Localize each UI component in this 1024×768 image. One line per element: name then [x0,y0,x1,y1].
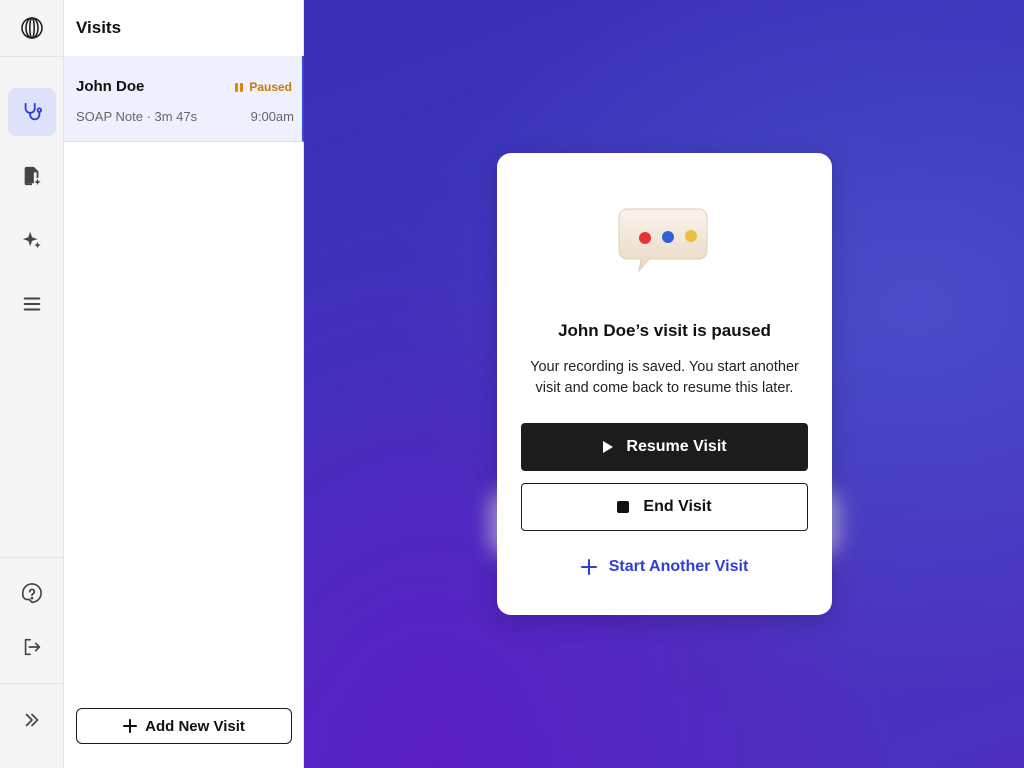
stop-icon [617,501,630,513]
visit-card[interactable]: John Doe Paused SOAP Note · 3m 47s 9:00a… [64,56,304,142]
start-another-visit-button[interactable]: Start Another Visit [521,545,808,589]
dialog-title: John Doe’s visit is paused [558,321,771,340]
rail-divider [0,557,64,558]
sidebar-item-notes[interactable] [8,152,56,200]
visit-meta: SOAP Note · 3m 47s [76,109,198,124]
dialog-message: Your recording is saved. You start anoth… [530,359,799,396]
globe-logo-icon[interactable] [20,16,44,40]
main-area: John Doe’s visit is paused Your recordin… [304,0,1024,768]
end-visit-button[interactable]: End Visit [521,483,808,531]
icon-rail [0,0,64,768]
blurred-header [594,46,734,94]
sidebar-item-logout[interactable] [8,623,56,671]
end-visit-label: End Visit [643,498,712,515]
expand-sidebar-button[interactable] [8,696,56,744]
pause-icon [235,82,244,92]
plus-icon [580,559,597,575]
logout-icon [24,638,41,656]
sparkle-icon [22,231,41,249]
double-chevron-right-icon [25,713,39,727]
document-sparkle-icon [24,166,41,186]
status-label: Paused [249,80,292,94]
plus-icon [123,719,138,733]
resume-visit-button[interactable]: Resume Visit [521,423,808,471]
hamburger-icon [23,297,41,311]
play-icon [603,441,614,453]
sidebar-item-menu[interactable] [8,280,56,328]
add-new-visit-button[interactable]: Add New Visit [76,708,292,744]
sidebar-item-ai[interactable] [8,216,56,264]
sidebar-item-visits[interactable] [8,88,56,136]
panel-title: Visits [76,18,122,37]
sidebar-item-help[interactable] [8,570,56,618]
visit-name: John Doe [76,78,145,95]
stethoscope-icon [24,102,43,121]
help-icon [22,583,42,604]
add-new-visit-label: Add New Visit [145,717,245,735]
start-another-visit-label: Start Another Visit [608,558,749,575]
chat-bubble-icon [618,208,708,273]
rail-divider [0,683,64,684]
status-badge: Paused [235,80,292,94]
resume-visit-label: Resume Visit [626,438,727,455]
rail-divider [0,56,64,57]
paused-visit-dialog: John Doe’s visit is paused Your recordin… [497,153,832,615]
visits-panel: Visits John Doe Paused SOAP Note · 3m 47… [64,0,304,768]
visit-time: 9:00am [250,109,294,124]
